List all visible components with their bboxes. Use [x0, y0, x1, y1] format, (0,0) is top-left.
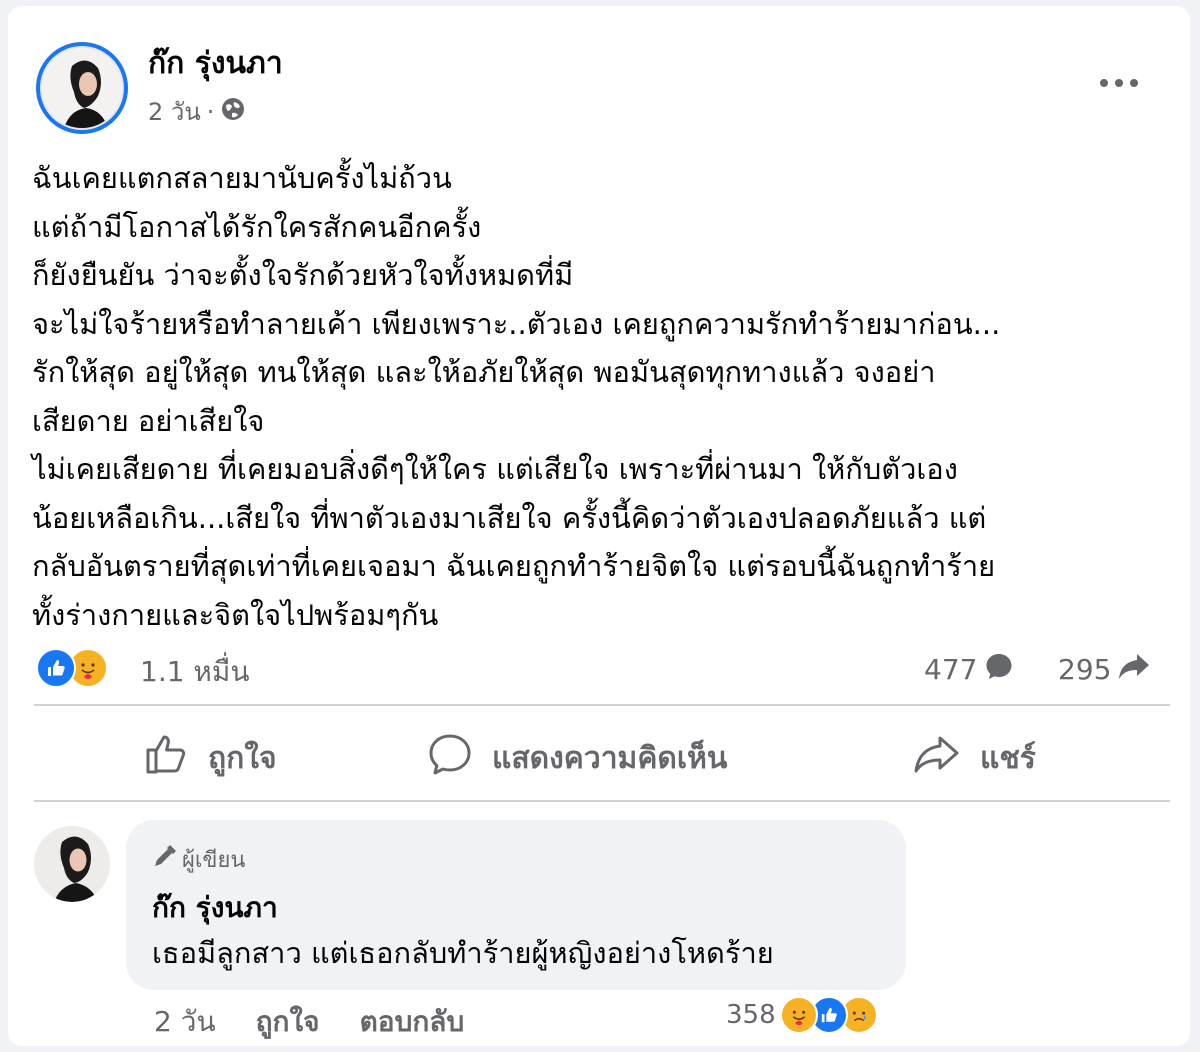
- shares-count-link[interactable]: 295: [1058, 650, 1151, 689]
- reaction-summary[interactable]: [36, 648, 108, 688]
- comment-actions: 2 วัน ถูกใจ ตอบกลับ: [154, 1000, 464, 1044]
- author-badge: ผู้เขียน: [152, 842, 245, 877]
- commenter-avatar[interactable]: [34, 826, 110, 902]
- like-button[interactable]: ถูกใจ: [142, 728, 277, 788]
- action-bar: ถูกใจ แสดงความคิดเห็น แชร์: [34, 718, 1170, 800]
- like-label: ถูกใจ: [208, 740, 277, 776]
- comment-author-name[interactable]: ก๊ก รุ่งนภา: [152, 886, 278, 930]
- care-icon: [779, 996, 818, 1034]
- divider-bottom: [34, 800, 1170, 802]
- comment-bubble-icon: [983, 650, 1015, 689]
- comments-count-link[interactable]: 477: [924, 650, 1015, 689]
- post-time[interactable]: 2 วัน: [148, 92, 201, 131]
- share-label: แชร์: [980, 740, 1036, 776]
- share-arrow-icon: [1117, 650, 1151, 689]
- post-card: ก๊ก รุ่งนภา 2 วัน · ฉันเคยแตกสลายมานับคร…: [8, 6, 1190, 1046]
- comments-count: 477: [924, 653, 978, 686]
- share-icon: [912, 730, 962, 786]
- comment-time[interactable]: 2 วัน: [154, 1000, 216, 1044]
- author-badge-label: ผู้เขียน: [182, 848, 246, 873]
- share-button[interactable]: แชร์: [912, 728, 1036, 788]
- shares-count: 295: [1058, 653, 1112, 686]
- more-horizontal-icon: [1099, 61, 1139, 96]
- post-meta: 2 วัน ·: [148, 92, 246, 131]
- comment-reactions[interactable]: 358: [726, 996, 878, 1034]
- post-body-text: ฉันเคยแตกสลายมานับครั้งไม่ถ้วน แต่ถ้ามีโ…: [32, 161, 1001, 632]
- more-options-button[interactable]: [1094, 60, 1144, 96]
- pen-icon: [152, 844, 176, 875]
- comment-text: เธอมีลูกสาว แต่เธอกลับทำร้ายผู้หญิงอย่าง…: [152, 936, 774, 970]
- comment-reactions-count: 358: [726, 1000, 776, 1030]
- comment-like-button[interactable]: ถูกใจ: [256, 1000, 320, 1044]
- comment-reply-button[interactable]: ตอบกลับ: [360, 1000, 465, 1044]
- comment-button[interactable]: แสดงความคิดเห็น: [426, 728, 727, 788]
- thumbs-up-icon: [142, 730, 190, 786]
- post-author-name[interactable]: ก๊ก รุ่งนภา: [148, 40, 283, 87]
- author-avatar[interactable]: [36, 42, 128, 134]
- avatar-photo: [42, 48, 122, 128]
- comment-icon: [426, 730, 474, 786]
- post-stats: 1.1 หมื่น 477 295: [36, 644, 1166, 694]
- globe-icon: [220, 96, 246, 128]
- reactions-count[interactable]: 1.1 หมื่น: [140, 650, 249, 694]
- commenter-avatar-photo: [34, 826, 110, 902]
- divider-top: [34, 704, 1170, 706]
- comment-bubble: ผู้เขียน ก๊ก รุ่งนภา เธอมีลูกสาว แต่เธอก…: [126, 820, 906, 990]
- comment-label: แสดงความคิดเห็น: [492, 740, 728, 776]
- meta-separator: ·: [206, 97, 215, 126]
- like-icon: [36, 648, 76, 688]
